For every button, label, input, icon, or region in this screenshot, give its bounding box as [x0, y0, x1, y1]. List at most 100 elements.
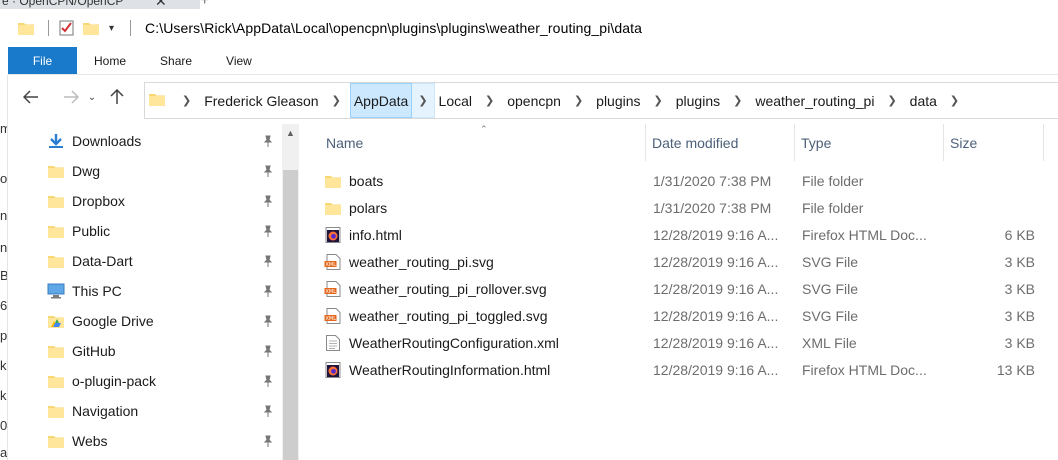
tab-home[interactable]: Home [77, 47, 143, 74]
breadcrumb-item[interactable]: opencpn [503, 83, 565, 118]
scroll-thumb[interactable] [283, 170, 298, 460]
pin-icon[interactable] [262, 345, 274, 357]
file-size [945, 194, 1035, 221]
up-arrow-icon[interactable] [104, 84, 130, 110]
breadcrumb-item[interactable]: data [906, 83, 941, 118]
column-header-type[interactable]: Type [794, 124, 943, 161]
pin-icon[interactable] [262, 285, 274, 297]
file-size: 3 KB [1004, 280, 1035, 297]
file-row[interactable]: XML weather_routing_pi.svg 12/28/2019 9:1… [323, 248, 1058, 275]
background-text: k [0, 358, 7, 373]
firefox-html-icon [323, 226, 343, 243]
nav-item-o-plugin-pack[interactable]: o-plugin-pack [46, 366, 286, 396]
forward-arrow-icon[interactable] [58, 84, 84, 110]
file-size: 3 KB [1004, 307, 1035, 324]
nav-item-data-dart[interactable]: Data-Dart [46, 246, 286, 276]
file-row[interactable]: WeatherRoutingConfiguration.xml 12/28/20… [323, 329, 1058, 356]
scroll-up-arrow-icon[interactable]: ▲ [282, 124, 299, 141]
nav-pane-scrollbar[interactable]: ▲ [282, 124, 299, 460]
nav-item-navigation[interactable]: Navigation [46, 396, 286, 426]
nav-item-label: GitHub [72, 343, 116, 359]
pin-icon[interactable] [262, 435, 274, 447]
breadcrumb-chevron-icon[interactable]: ❯ [412, 83, 435, 118]
computer-icon [46, 283, 66, 299]
breadcrumb-item-highlighted[interactable]: AppData [349, 83, 413, 118]
address-bar[interactable]: ❯ Frederick Gleason ❯ AppData ❯ Local ❯ … [144, 82, 1058, 119]
nav-item-google-drive[interactable]: Google Drive [46, 306, 286, 336]
file-row[interactable]: info.html 12/28/2019 9:16 A... Firefox H… [323, 221, 1058, 248]
download-icon [46, 133, 66, 149]
breadcrumb-item[interactable]: plugins [592, 83, 644, 118]
tab-file[interactable]: File [8, 47, 77, 74]
breadcrumb-item[interactable]: plugins [672, 83, 724, 118]
nav-item-this-pc[interactable]: This PC [46, 276, 286, 306]
breadcrumb-chevron-icon[interactable]: ❯ [565, 94, 592, 107]
new-tab-icon[interactable]: + [200, 0, 214, 9]
breadcrumb-item[interactable]: Frederick Gleason [200, 83, 322, 118]
file-size [945, 167, 1035, 194]
column-divider[interactable] [1043, 124, 1044, 161]
file-list: ⌃ Name Date modified Type Size boats 1/3… [300, 124, 1058, 460]
background-browser-tab[interactable]: e · OpenCPN/OpenCP ✕ [0, 0, 200, 9]
nav-item-label: Downloads [72, 133, 142, 149]
pin-icon[interactable] [262, 255, 274, 267]
nav-item-dwg[interactable]: Dwg [46, 156, 286, 186]
nav-item-webs[interactable]: Webs [46, 426, 286, 456]
window-title: C:\Users\Rick\AppData\Local\opencpn\plug… [145, 20, 643, 36]
background-tab-close-icon[interactable]: ✕ [155, 0, 167, 9]
nav-item-label: Webs [72, 433, 108, 449]
column-header-name[interactable]: Name [319, 124, 644, 161]
nav-item-public[interactable]: Public [46, 216, 286, 246]
folder-icon [323, 174, 343, 188]
breadcrumb-chevron-icon[interactable]: ❯ [173, 94, 200, 107]
file-date: 12/28/2019 9:16 A... [653, 253, 779, 270]
file-row[interactable]: XML weather_routing_pi_toggled.svg 12/28/… [323, 302, 1058, 329]
breadcrumb-item[interactable]: Local [435, 83, 476, 118]
file-row[interactable]: XML weather_routing_pi_rollover.svg 12/28… [323, 275, 1058, 302]
file-row[interactable]: WeatherRoutingInformation.html 12/28/201… [323, 356, 1058, 383]
folder-icon [16, 18, 36, 38]
file-name: boats [349, 172, 384, 189]
breadcrumb-chevron-icon[interactable]: ❯ [941, 94, 968, 107]
firefox-html-icon [323, 361, 343, 378]
breadcrumb-chevron-icon[interactable]: ❯ [878, 94, 905, 107]
tab-view[interactable]: View [209, 47, 269, 74]
pin-icon[interactable] [262, 315, 274, 327]
background-text: k [0, 388, 7, 403]
nav-item-dropbox[interactable]: Dropbox [46, 186, 286, 216]
properties-checkbox-icon[interactable] [57, 18, 77, 38]
title-bar: ▾ C:\Users\Rick\AppData\Local\opencpn\pl… [8, 9, 1058, 47]
file-type: File folder [802, 172, 864, 189]
background-text: na [0, 240, 8, 255]
file-size: 3 KB [1004, 253, 1035, 270]
pin-icon[interactable] [262, 135, 274, 147]
tab-share[interactable]: Share [143, 47, 209, 74]
file-name: WeatherRoutingInformation.html [349, 361, 551, 378]
breadcrumb-chevron-icon[interactable]: ❯ [476, 94, 503, 107]
pin-icon[interactable] [262, 405, 274, 417]
pin-icon[interactable] [262, 375, 274, 387]
pin-icon[interactable] [262, 165, 274, 177]
recent-locations-chevron-icon[interactable]: ⌄ [84, 84, 100, 110]
customize-toolbar-dropdown-icon[interactable]: ▾ [109, 23, 114, 34]
pin-icon[interactable] [262, 195, 274, 207]
column-header-size[interactable]: Size [943, 124, 1043, 161]
breadcrumb-chevron-icon[interactable]: ❯ [323, 94, 350, 107]
nav-item-github[interactable]: GitHub [46, 336, 286, 366]
file-date: 12/28/2019 9:16 A... [653, 334, 779, 351]
nav-item-downloads[interactable]: Downloads [46, 126, 286, 156]
back-arrow-icon[interactable] [18, 84, 44, 110]
nav-item-label: Public [72, 223, 111, 239]
file-row[interactable]: polars 1/31/2020 7:38 PM File folder [323, 194, 1058, 221]
breadcrumb-item[interactable]: weather_routing_pi [751, 83, 878, 118]
folder-icon [46, 434, 66, 448]
xml-file-icon: XML [323, 280, 343, 297]
breadcrumb-chevron-icon[interactable]: ❯ [645, 94, 672, 107]
navigation-bar: ⌄ ❯ Frederick Gleason ❯ AppData ❯ Local … [8, 75, 1058, 119]
file-type: Firefox HTML Doc... [802, 361, 927, 378]
new-folder-icon[interactable] [81, 18, 101, 38]
pin-icon[interactable] [262, 225, 274, 237]
column-header-date-modified[interactable]: Date modified [645, 124, 794, 161]
file-row[interactable]: boats 1/31/2020 7:38 PM File folder [323, 167, 1058, 194]
breadcrumb-chevron-icon[interactable]: ❯ [724, 94, 751, 107]
